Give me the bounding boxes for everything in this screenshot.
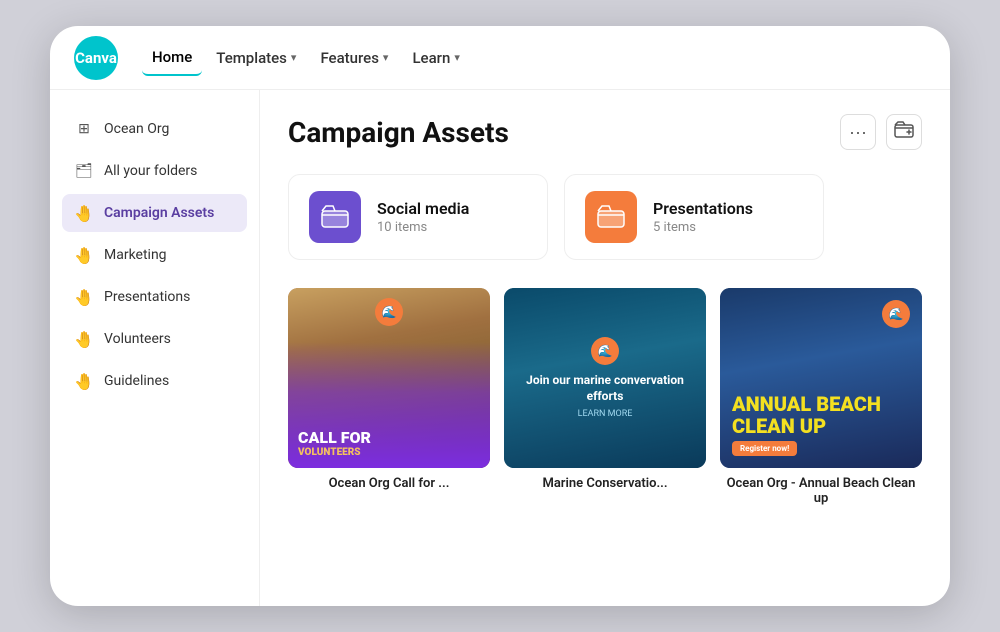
thumb1-overlay: CALL FOR VOLUNTEERS [288, 342, 490, 468]
more-options-button[interactable]: ··· [840, 114, 876, 150]
hand-icon: 🤚 [74, 329, 94, 349]
folder-card-count-presentations: 5 items [653, 220, 753, 235]
header-actions: ··· [840, 114, 922, 150]
sidebar: ⊞ Ocean Org 🗂 All your folders 🤚 Campaig… [50, 90, 260, 606]
hand-icon: 🤚 [74, 287, 94, 307]
org-icon: ⊞ [74, 119, 94, 139]
design-label-marine: Marine Conservatio... [504, 476, 706, 491]
chevron-down-icon: ▾ [454, 51, 460, 64]
folder-card-info-presentations: Presentations 5 items [653, 199, 753, 235]
top-nav: Canva Home Templates ▾ Features ▾ Learn … [50, 26, 950, 90]
add-folder-icon [894, 120, 914, 145]
hand-icon: 🤚 [74, 371, 94, 391]
content-header: Campaign Assets ··· [288, 114, 922, 150]
chevron-down-icon: ▾ [291, 51, 297, 64]
folder-card-name-social: Social media [377, 199, 469, 218]
thumb3-cta: Register now! [732, 441, 797, 456]
canva-logo[interactable]: Canva [74, 36, 118, 80]
thumb1-title: CALL FOR [298, 429, 480, 447]
main-content: Campaign Assets ··· [260, 90, 950, 606]
sidebar-item-ocean-org[interactable]: ⊞ Ocean Org [62, 110, 247, 148]
nav-templates[interactable]: Templates ▾ [206, 41, 306, 75]
folder-card-info-social: Social media 10 items [377, 199, 469, 235]
thumb3-title: ANNUAL BEACH CLEAN UP [732, 393, 910, 437]
page-title: Campaign Assets [288, 116, 509, 149]
sidebar-item-presentations[interactable]: 🤚 Presentations [62, 278, 247, 316]
sidebar-item-guidelines[interactable]: 🤚 Guidelines [62, 362, 247, 400]
add-folder-button[interactable] [886, 114, 922, 150]
nav-features[interactable]: Features ▾ [310, 41, 398, 75]
sidebar-item-campaign-assets[interactable]: 🤚 Campaign Assets [62, 194, 247, 232]
nav-links: Home Templates ▾ Features ▾ Learn ▾ [142, 40, 470, 76]
folder-card-icon-presentations [585, 191, 637, 243]
nav-home[interactable]: Home [142, 40, 202, 76]
design-item-beach[interactable]: 🌊 ANNUAL BEACH CLEAN UP Register now! Oc… [720, 288, 922, 506]
folder-card-social-media[interactable]: Social media 10 items [288, 174, 548, 260]
folder-card-icon-social [309, 191, 361, 243]
thumb2-content: 🌊 Join our marine convervation efforts L… [504, 288, 706, 468]
design-label-beach: Ocean Org - Annual Beach Clean up [720, 476, 922, 506]
nav-learn[interactable]: Learn ▾ [402, 41, 469, 75]
device-frame: Canva Home Templates ▾ Features ▾ Learn … [50, 26, 950, 606]
folder-card-name-presentations: Presentations [653, 199, 753, 218]
thumb2-subtitle: LEARN MORE [578, 409, 633, 419]
thumb2-title: Join our marine convervation efforts [516, 373, 694, 404]
main-area: ⊞ Ocean Org 🗂 All your folders 🤚 Campaig… [50, 90, 950, 606]
folder-icon: 🗂 [74, 161, 94, 181]
hand-icon: 🤚 [74, 203, 94, 223]
folder-card-presentations[interactable]: Presentations 5 items [564, 174, 824, 260]
designs-grid: 🌊 CALL FOR VOLUNTEERS Ocean Org Call for… [288, 288, 922, 506]
sidebar-item-marketing[interactable]: 🤚 Marketing [62, 236, 247, 274]
brand-logo-thumb1: 🌊 [375, 298, 403, 326]
thumb3-content: 🌊 ANNUAL BEACH CLEAN UP Register now! [720, 288, 922, 468]
design-thumb-beach: 🌊 ANNUAL BEACH CLEAN UP Register now! [720, 288, 922, 468]
folder-card-count-social: 10 items [377, 220, 469, 235]
design-item-volunteers[interactable]: 🌊 CALL FOR VOLUNTEERS Ocean Org Call for… [288, 288, 490, 506]
sidebar-item-all-folders[interactable]: 🗂 All your folders [62, 152, 247, 190]
brand-logo-thumb3: 🌊 [882, 300, 910, 328]
hand-icon: 🤚 [74, 245, 94, 265]
design-thumb-volunteers: 🌊 CALL FOR VOLUNTEERS [288, 288, 490, 468]
design-item-marine[interactable]: 🌊 Join our marine convervation efforts L… [504, 288, 706, 506]
sidebar-item-volunteers[interactable]: 🤚 Volunteers [62, 320, 247, 358]
chevron-down-icon: ▾ [383, 51, 389, 64]
thumb1-subtitle: VOLUNTEERS [298, 447, 480, 458]
design-thumb-marine: 🌊 Join our marine convervation efforts L… [504, 288, 706, 468]
design-label-volunteers: Ocean Org Call for ... [288, 476, 490, 491]
folder-cards: Social media 10 items Presentations [288, 174, 922, 260]
brand-logo-thumb2: 🌊 [591, 337, 619, 365]
ellipsis-icon: ··· [849, 122, 867, 143]
